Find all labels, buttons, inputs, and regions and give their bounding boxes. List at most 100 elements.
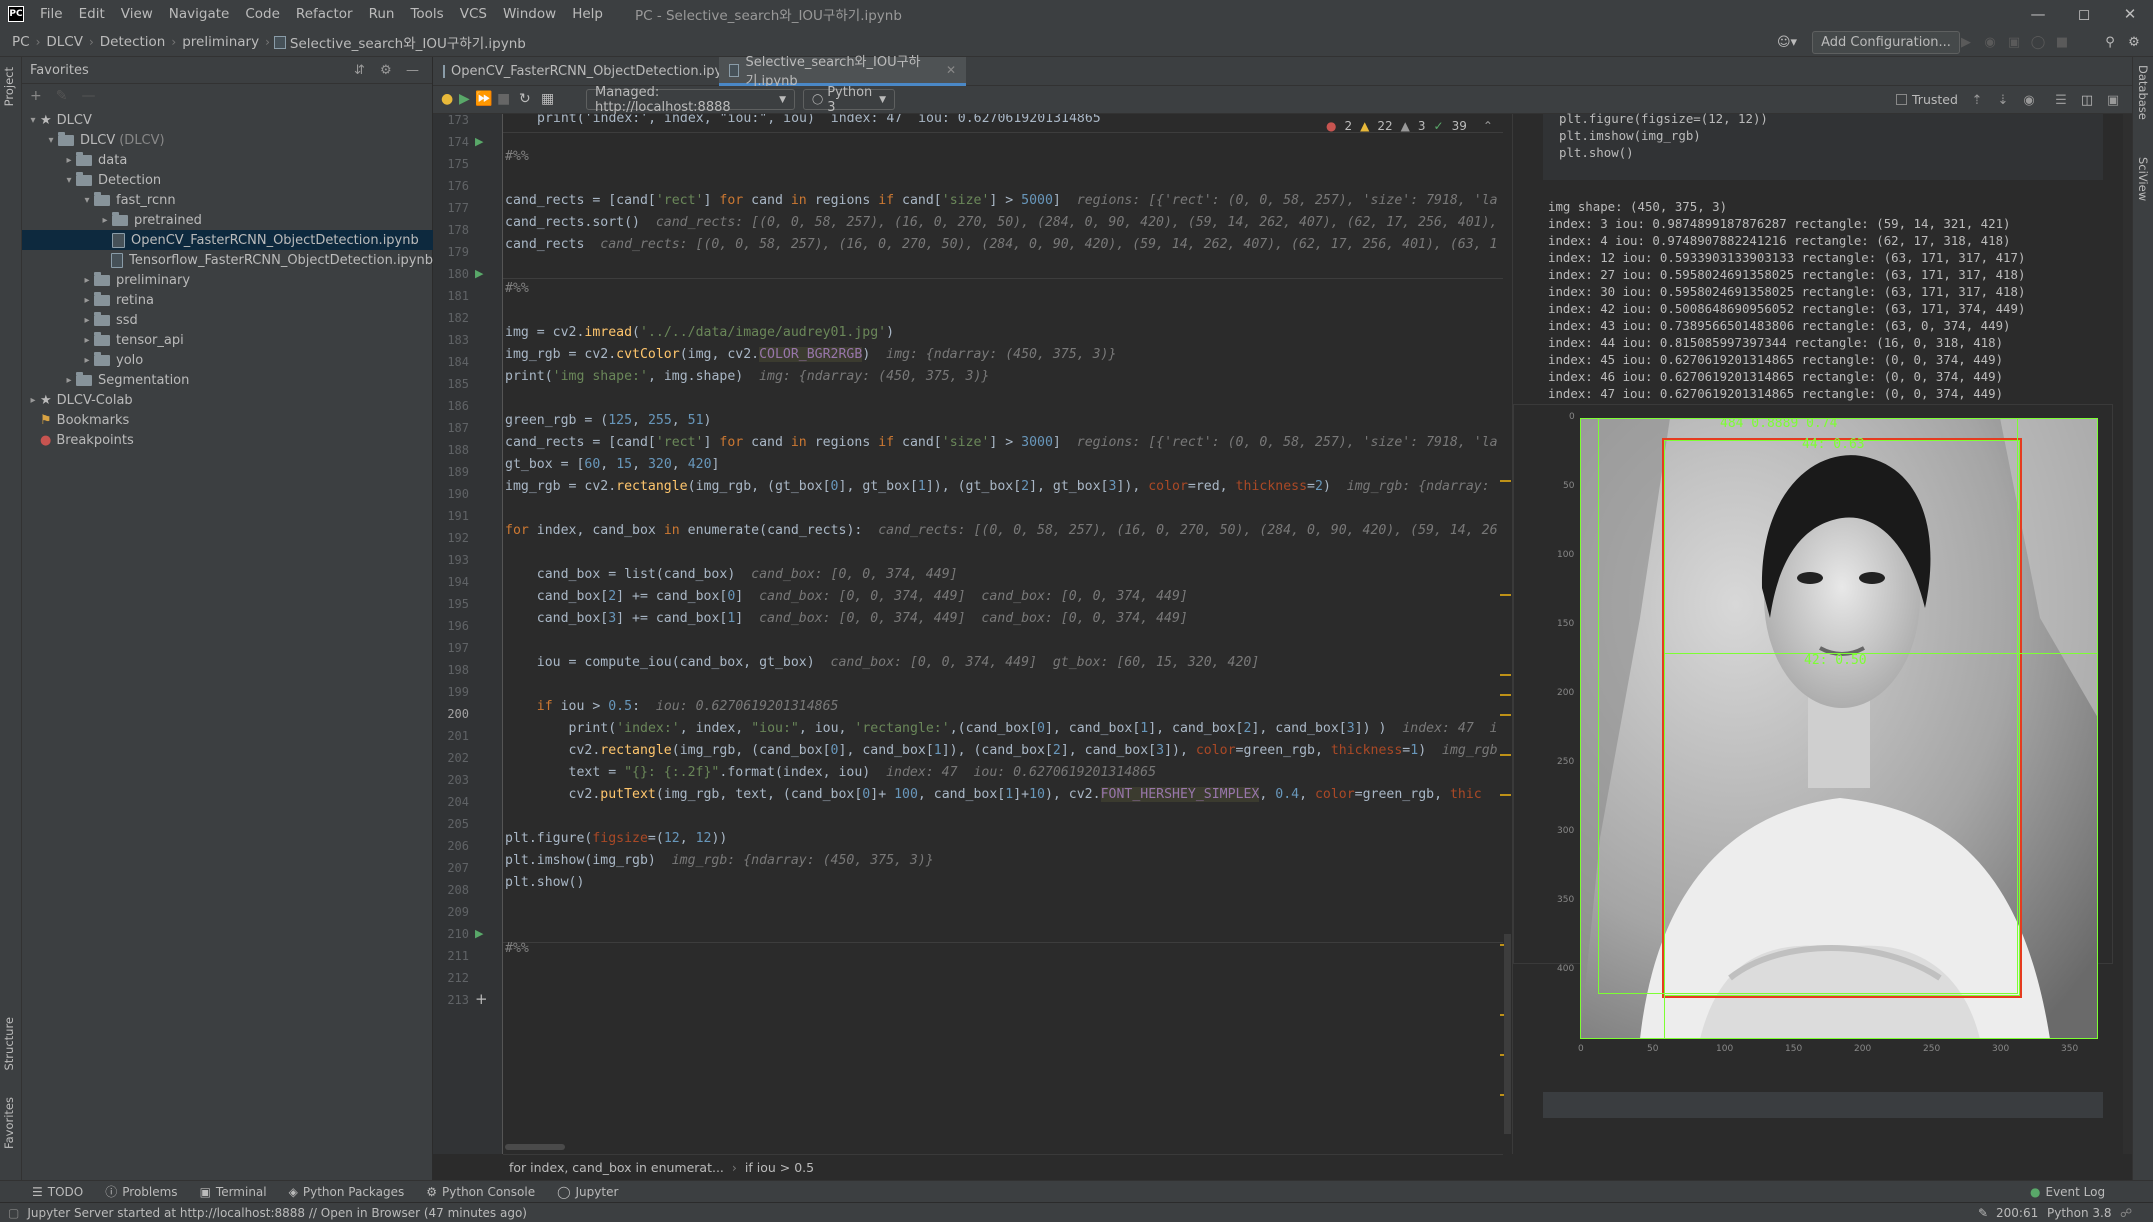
split-view-icon[interactable]: ◫ bbox=[2078, 91, 2096, 109]
preview-icon[interactable]: ◉ bbox=[2020, 91, 2038, 109]
hide-panel-icon[interactable]: — bbox=[406, 63, 419, 78]
tree-item-dlcv[interactable]: ▾ DLCV (DLCV) bbox=[22, 130, 433, 150]
todo-tab[interactable]: ☰ TODO bbox=[32, 1185, 83, 1199]
menu-file[interactable]: File bbox=[32, 6, 71, 22]
add-icon[interactable]: + bbox=[30, 88, 42, 104]
editor-only-icon[interactable]: ☰ bbox=[2052, 91, 2070, 109]
coverage-icon[interactable]: ▣ bbox=[2005, 33, 2023, 51]
horizontal-scrollbar[interactable] bbox=[505, 1144, 565, 1150]
scroll-thumb[interactable] bbox=[1504, 934, 1511, 1134]
run-cell-gutter-icon[interactable]: ▶ bbox=[475, 267, 483, 280]
warning-marker[interactable] bbox=[1500, 794, 1511, 796]
close-tab-icon[interactable]: ✕ bbox=[946, 63, 956, 77]
run-all-icon[interactable]: ⏩ bbox=[475, 91, 492, 107]
tree-item-tensor-api[interactable]: ▸ tensor_api bbox=[22, 330, 433, 350]
problems-tab[interactable]: ⓘ Problems bbox=[105, 1183, 177, 1200]
chevron-right-icon[interactable]: ▸ bbox=[80, 335, 94, 346]
chevron-up-icon[interactable]: ⌃ bbox=[1483, 119, 1493, 133]
tree-item-ssd[interactable]: ▸ ssd bbox=[22, 310, 433, 330]
chevron-down-icon[interactable]: ▾ bbox=[80, 195, 94, 206]
code-crumb-for[interactable]: for index, cand_box in enumerat... bbox=[503, 1160, 724, 1175]
settings-gear-icon[interactable]: ⚙ bbox=[2125, 33, 2143, 51]
restart-kernel-icon[interactable]: ↻ bbox=[519, 91, 531, 107]
tree-item-preliminary[interactable]: ▸ preliminary bbox=[22, 270, 433, 290]
add-configuration-button[interactable]: Add Configuration... bbox=[1812, 31, 1960, 54]
chevron-down-icon[interactable]: ▾ bbox=[26, 115, 40, 126]
structure-tool-tab[interactable]: Structure bbox=[2, 1017, 16, 1071]
tree-item-pretrained[interactable]: ▸ pretrained bbox=[22, 210, 433, 230]
project-tool-tab[interactable]: Project bbox=[2, 67, 16, 106]
tree-item-data[interactable]: ▸ data bbox=[22, 150, 433, 170]
sciview-tool-tab[interactable]: SciView bbox=[2136, 157, 2150, 201]
interpreter-label[interactable]: Python 3.8 bbox=[2047, 1206, 2112, 1220]
editor-scrollbar[interactable] bbox=[1500, 114, 1512, 1154]
tree-item-fast-rcnn[interactable]: ▾ fast_rcnn bbox=[22, 190, 433, 210]
tree-item-segmentation[interactable]: ▸ Segmentation bbox=[22, 370, 433, 390]
panel-gear-icon[interactable]: ⚙ bbox=[380, 63, 392, 78]
tree-item-retina[interactable]: ▸ retina bbox=[22, 290, 433, 310]
warning-marker[interactable] bbox=[1500, 674, 1511, 676]
warning-marker[interactable] bbox=[1500, 754, 1511, 756]
menu-run[interactable]: Run bbox=[361, 6, 403, 22]
cell-down-icon[interactable]: ⇣ bbox=[1994, 91, 2012, 109]
run-icon[interactable]: ▶ bbox=[1957, 33, 1975, 51]
jupyter-tab[interactable]: ◯ Jupyter bbox=[557, 1185, 618, 1199]
code-crumb-if[interactable]: if iou > 0.5 bbox=[745, 1160, 814, 1175]
minimize-icon[interactable]: — bbox=[2015, 0, 2061, 28]
profile-icon[interactable]: ◯ bbox=[2029, 33, 2047, 51]
chevron-right-icon[interactable]: ▸ bbox=[80, 295, 94, 306]
tab-opencv-fasterrcnn[interactable]: OpenCV_FasterRCNN_ObjectDetection.ipynb … bbox=[433, 57, 757, 86]
tree-item-opencv-fasterrcnn-objectdetection-ipynb[interactable]: OpenCV_FasterRCNN_ObjectDetection.ipynb bbox=[22, 230, 433, 250]
hint-bulb-icon[interactable]: ● bbox=[441, 91, 453, 107]
kernel-select[interactable]: ◯ Python 3 ▼ bbox=[803, 85, 895, 115]
menu-vcs[interactable]: VCS bbox=[452, 6, 495, 22]
trusted-checkbox[interactable] bbox=[1896, 94, 1907, 105]
menu-edit[interactable]: Edit bbox=[71, 6, 113, 22]
close-window-icon[interactable]: ✕ bbox=[2107, 0, 2153, 28]
add-cell-icon[interactable]: + bbox=[475, 990, 488, 1008]
tree-item-dlcv[interactable]: ▾ ★ DLCV bbox=[22, 110, 433, 130]
remove-icon[interactable]: — bbox=[81, 88, 95, 104]
maximize-icon[interactable]: ◻ bbox=[2061, 0, 2107, 28]
preview-only-icon[interactable]: ▣ bbox=[2104, 91, 2122, 109]
menu-window[interactable]: Window bbox=[495, 6, 564, 22]
user-icon[interactable]: ☺▾ bbox=[1774, 33, 1800, 51]
warning-marker[interactable] bbox=[1500, 694, 1511, 696]
chevron-right-icon[interactable]: ▸ bbox=[80, 355, 94, 366]
collapse-all-icon[interactable]: ⇵ bbox=[354, 63, 365, 78]
favorites-tool-tab[interactable]: Favorites bbox=[2, 1097, 16, 1149]
run-cell-gutter-icon[interactable]: ▶ bbox=[475, 135, 483, 148]
stop-icon[interactable]: ■ bbox=[2053, 33, 2071, 51]
warning-marker[interactable] bbox=[1500, 480, 1511, 482]
tab-selective-search[interactable]: Selective_search와_IOU구하기.ipynb ✕ bbox=[719, 55, 966, 89]
variables-icon[interactable]: ▦ bbox=[541, 91, 554, 107]
python-packages-tab[interactable]: ◈ Python Packages bbox=[289, 1185, 405, 1199]
interrupt-kernel-icon[interactable]: ■ bbox=[497, 91, 510, 107]
chevron-right-icon[interactable]: ▸ bbox=[98, 215, 112, 226]
tree-item-tensorflow-fasterrcnn-objectdetection-ipynb[interactable]: Tensorflow_FasterRCNN_ObjectDetection.ip… bbox=[22, 250, 433, 270]
inspection-widget[interactable]: ●2 ▲22 ▲3 ✓39 ⌃ ⌄ bbox=[1326, 119, 1511, 133]
edit-icon[interactable]: ✎ bbox=[56, 88, 68, 104]
debug-icon[interactable]: ◉ bbox=[1981, 33, 1999, 51]
chevron-right-icon[interactable]: ▸ bbox=[80, 315, 94, 326]
run-cell-gutter-icon[interactable]: ▶ bbox=[475, 927, 483, 940]
cursor-position[interactable]: 200:61 bbox=[1996, 1206, 2038, 1220]
menu-help[interactable]: Help bbox=[564, 6, 611, 22]
warning-marker[interactable] bbox=[1500, 714, 1511, 716]
tree-item-breakpoints[interactable]: ● Breakpoints bbox=[22, 430, 433, 450]
menu-navigate[interactable]: Navigate bbox=[161, 6, 238, 22]
chevron-down-icon[interactable]: ▾ bbox=[44, 135, 58, 146]
menu-tools[interactable]: Tools bbox=[402, 6, 451, 22]
chevron-right-icon[interactable]: ▸ bbox=[26, 395, 40, 406]
lock-icon[interactable]: ☍ bbox=[2120, 1206, 2132, 1220]
menu-refactor[interactable]: Refactor bbox=[288, 6, 361, 22]
cell-up-icon[interactable]: ⇡ bbox=[1968, 91, 1986, 109]
breadcrumb-root[interactable]: PC bbox=[0, 34, 36, 50]
database-tool-tab[interactable]: Database bbox=[2136, 65, 2150, 120]
jupyter-server-select[interactable]: Managed: http://localhost:8888 ▼ bbox=[586, 85, 795, 115]
tree-item-dlcv-colab[interactable]: ▸ ★ DLCV-Colab bbox=[22, 390, 433, 410]
warning-marker[interactable] bbox=[1500, 594, 1511, 596]
breadcrumb-file[interactable]: Selective_search와_IOU구하기.ipynb bbox=[290, 32, 532, 52]
breadcrumb-dlcv[interactable]: DLCV bbox=[40, 34, 89, 50]
breadcrumb-detection[interactable]: Detection bbox=[94, 34, 172, 50]
